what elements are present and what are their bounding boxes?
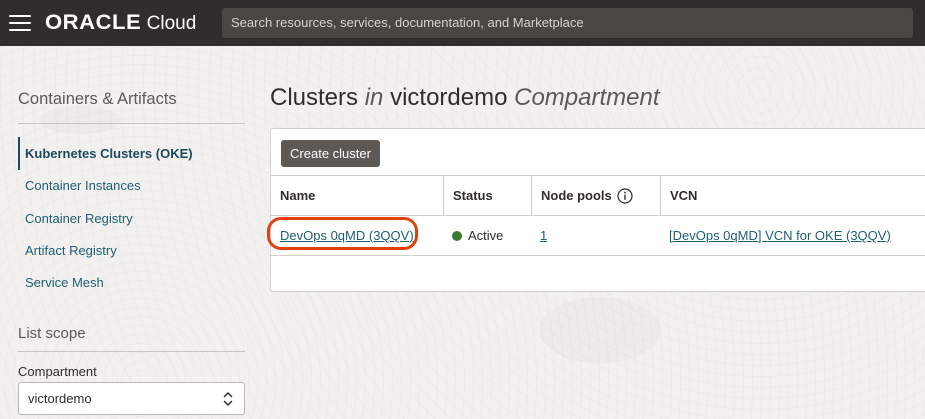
header-name-label: Name (280, 188, 316, 203)
status-active-dot-icon (452, 230, 462, 241)
select-chevrons-icon (223, 391, 233, 407)
title-prefix: Clusters (270, 84, 359, 111)
logo-cloud-text: Cloud (146, 13, 197, 34)
header-node-pools-label: Node pools (541, 188, 612, 203)
title-in: in (364, 84, 384, 111)
sidebar-item-service-mesh[interactable]: Service Mesh (25, 275, 104, 290)
cluster-node-pools-cell: 1 (531, 216, 660, 255)
column-header-status[interactable]: Status (443, 176, 531, 215)
title-suffix: Compartment (514, 84, 660, 111)
cluster-status-cell: Active (443, 216, 531, 255)
hamburger-menu-icon[interactable] (9, 15, 31, 31)
info-icon[interactable] (617, 187, 633, 204)
table-header-row: Name Status Node pools VCN (271, 176, 925, 216)
sidebar-title: Containers & Artifacts (18, 90, 177, 108)
cluster-vcn-cell: [DevOps 0qMD] VCN for OKE (3QQV) (660, 216, 925, 255)
page-title: Clusters in victordemo Compartment (270, 84, 660, 112)
compartment-label: Compartment (18, 364, 97, 379)
vcn-link[interactable]: [DevOps 0qMD] VCN for OKE (3QQV) (669, 228, 891, 243)
oracle-cloud-logo[interactable]: ORACLE Cloud (45, 11, 196, 35)
header-vcn-label: VCN (670, 188, 698, 203)
table-row: DevOps 0qMD (3QQV) Active 1 [DevOps 0qMD… (271, 216, 925, 256)
header-status-label: Status (453, 188, 493, 203)
sidebar-item-artifact-registry[interactable]: Artifact Registry (25, 243, 117, 258)
clusters-panel: Create cluster Name Status Node pools VC… (270, 128, 925, 292)
compartment-value: victordemo (28, 391, 92, 406)
cluster-name-cell: DevOps 0qMD (3QQV) (271, 216, 443, 255)
node-pools-link[interactable]: 1 (540, 228, 547, 243)
logo-oracle-text: ORACLE (45, 11, 142, 34)
top-bar: ORACLE Cloud Search resources, services,… (0, 0, 925, 46)
scope-divider (18, 351, 245, 352)
cluster-name-link[interactable]: DevOps 0qMD (3QQV) (280, 228, 414, 243)
column-header-node-pools[interactable]: Node pools (531, 176, 660, 215)
search-input[interactable]: Search resources, services, documentatio… (222, 8, 913, 38)
sidebar-item-kubernetes-clusters[interactable]: Kubernetes Clusters (OKE) (25, 146, 193, 161)
column-header-name[interactable]: Name (271, 176, 443, 215)
compartment-select[interactable]: victordemo (18, 382, 245, 415)
clusters-table: Name Status Node pools VCN DevOps 0qMD (… (271, 175, 925, 256)
sidebar-item-container-instances[interactable]: Container Instances (25, 178, 141, 193)
cluster-status-text: Active (468, 228, 504, 243)
title-compartment: victordemo (390, 84, 508, 111)
column-header-vcn[interactable]: VCN (660, 176, 925, 215)
sidebar-item-container-registry[interactable]: Container Registry (25, 211, 133, 226)
sidebar-divider (18, 123, 245, 124)
list-scope-heading: List scope (18, 325, 86, 342)
create-cluster-button[interactable]: Create cluster (281, 140, 380, 167)
active-nav-indicator (18, 137, 20, 170)
